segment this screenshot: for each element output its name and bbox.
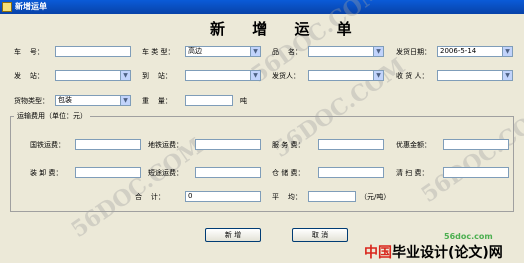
storage-fee-label: 仓 储 费： — [272, 169, 305, 177]
discount-input[interactable] — [443, 139, 509, 150]
car-type-select[interactable]: 高边 ▼ — [185, 46, 261, 57]
local-rail-fee-label: 地铁运费： — [148, 141, 183, 149]
ship-date-picker[interactable]: 2006-5-14 ▼ — [437, 46, 513, 57]
arrival-station-label: 到 站： — [142, 72, 172, 80]
chevron-down-icon[interactable]: ▼ — [502, 47, 512, 56]
chevron-down-icon[interactable]: ▼ — [120, 96, 130, 105]
logo-url: 56doc.com — [444, 232, 493, 241]
form-title: 新 增 运 单 — [210, 20, 363, 38]
station-select[interactable]: ▼ — [55, 70, 131, 81]
short-haul-fee-input[interactable] — [195, 167, 261, 178]
loading-fee-input[interactable] — [75, 167, 141, 178]
car-no-input[interactable] — [55, 46, 131, 57]
arrival-station-select[interactable]: ▼ — [185, 70, 261, 81]
cancel-button[interactable]: 取 消 — [292, 228, 348, 242]
site-logo: 56doc.com 中国毕业设计(论文)网 — [354, 232, 524, 263]
loading-fee-label: 装 卸 费： — [30, 169, 63, 177]
weight-input[interactable] — [185, 95, 233, 106]
average-label: 平 均： — [272, 193, 302, 201]
chevron-down-icon[interactable]: ▼ — [250, 47, 260, 56]
app-icon — [2, 2, 12, 12]
window-titlebar: 新增运单 — [0, 0, 524, 14]
cargo-type-value: 包装 — [58, 96, 72, 104]
logo-brand-prefix: 中国 — [364, 245, 392, 261]
chevron-down-icon[interactable]: ▼ — [373, 71, 383, 80]
average-input[interactable] — [308, 191, 356, 202]
total-input[interactable]: 0 — [185, 191, 261, 202]
receiver-label: 收 货 人： — [396, 72, 429, 80]
storage-fee-input[interactable] — [318, 167, 384, 178]
discount-label: 优惠金额： — [396, 141, 431, 149]
car-type-value: 高边 — [188, 47, 202, 55]
cargo-type-select[interactable]: 包装 ▼ — [55, 95, 131, 106]
cleaning-fee-input[interactable] — [443, 167, 509, 178]
chevron-down-icon[interactable]: ▼ — [373, 47, 383, 56]
car-type-label: 车 类 型： — [142, 48, 175, 56]
ship-date-label: 发货日期： — [396, 48, 431, 56]
short-haul-fee-label: 短途运费： — [148, 169, 183, 177]
product-select[interactable]: ▼ — [308, 46, 384, 57]
ship-date-value: 2006-5-14 — [440, 47, 477, 55]
service-fee-input[interactable] — [318, 139, 384, 150]
product-label: 品 名： — [272, 48, 302, 56]
add-button[interactable]: 新 增 — [205, 228, 261, 242]
shipper-label: 发货人： — [272, 72, 300, 80]
station-label: 发 站： — [14, 72, 44, 80]
fees-group-legend: 运输费用（单位：元） — [14, 112, 90, 121]
total-value: 0 — [188, 192, 193, 200]
service-fee-label: 服 务 费： — [272, 141, 305, 149]
logo-brand: 中国毕业设计(论文)网 — [364, 242, 503, 262]
national-rail-fee-input[interactable] — [75, 139, 141, 150]
car-no-label: 车 号： — [14, 48, 44, 56]
weight-unit: 吨 — [240, 97, 247, 105]
cargo-type-label: 货物类型： — [14, 97, 49, 105]
average-unit: （元/吨） — [360, 193, 391, 201]
chevron-down-icon[interactable]: ▼ — [502, 71, 512, 80]
local-rail-fee-input[interactable] — [195, 139, 261, 150]
receiver-select[interactable]: ▼ — [437, 70, 513, 81]
window-title: 新增运单 — [15, 2, 47, 11]
shipper-select[interactable]: ▼ — [308, 70, 384, 81]
chevron-down-icon[interactable]: ▼ — [120, 71, 130, 80]
weight-label: 重 量： — [142, 97, 172, 105]
logo-brand-main: 毕业设计(论文)网 — [392, 245, 503, 261]
fees-groupbox — [10, 116, 514, 212]
total-label: 合 计： — [135, 193, 165, 201]
chevron-down-icon[interactable]: ▼ — [250, 71, 260, 80]
national-rail-fee-label: 国铁运费： — [30, 141, 65, 149]
cleaning-fee-label: 清 扫 费： — [396, 169, 429, 177]
